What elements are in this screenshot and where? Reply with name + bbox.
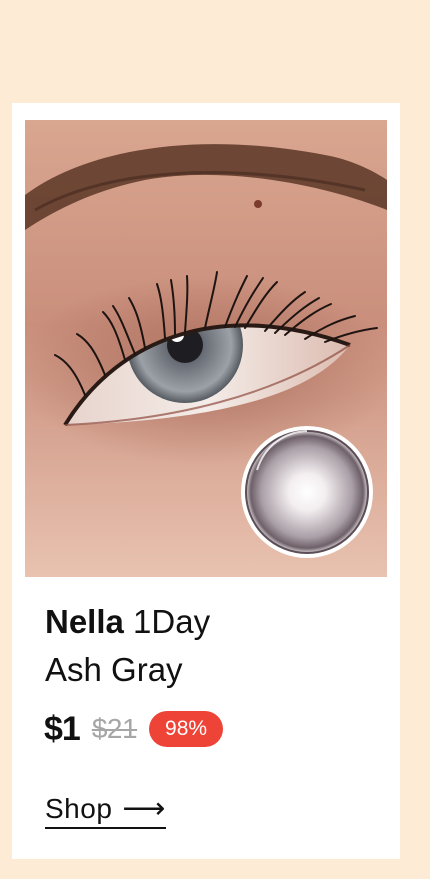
product-card: Nella 1Day Ash Gray $1 $21 98% Shop ⟶ [12, 103, 400, 859]
discount-badge: 98% [149, 711, 224, 747]
product-image[interactable] [25, 120, 387, 577]
arrow-right-icon: ⟶ [122, 792, 166, 825]
product-name-line2: Ash Gray [45, 651, 183, 688]
eye-lens-photo [25, 120, 387, 577]
shop-link-label: Shop [45, 793, 113, 824]
sale-price: $1 [44, 709, 81, 748]
product-title: Nella 1Day Ash Gray [45, 598, 375, 694]
shop-link[interactable]: Shop ⟶ [45, 793, 166, 829]
product-brand: Nella [45, 603, 124, 640]
original-price: $21 [91, 713, 138, 744]
product-name-line1: 1Day [133, 603, 211, 640]
price-row: $1 $21 98% [44, 709, 224, 749]
